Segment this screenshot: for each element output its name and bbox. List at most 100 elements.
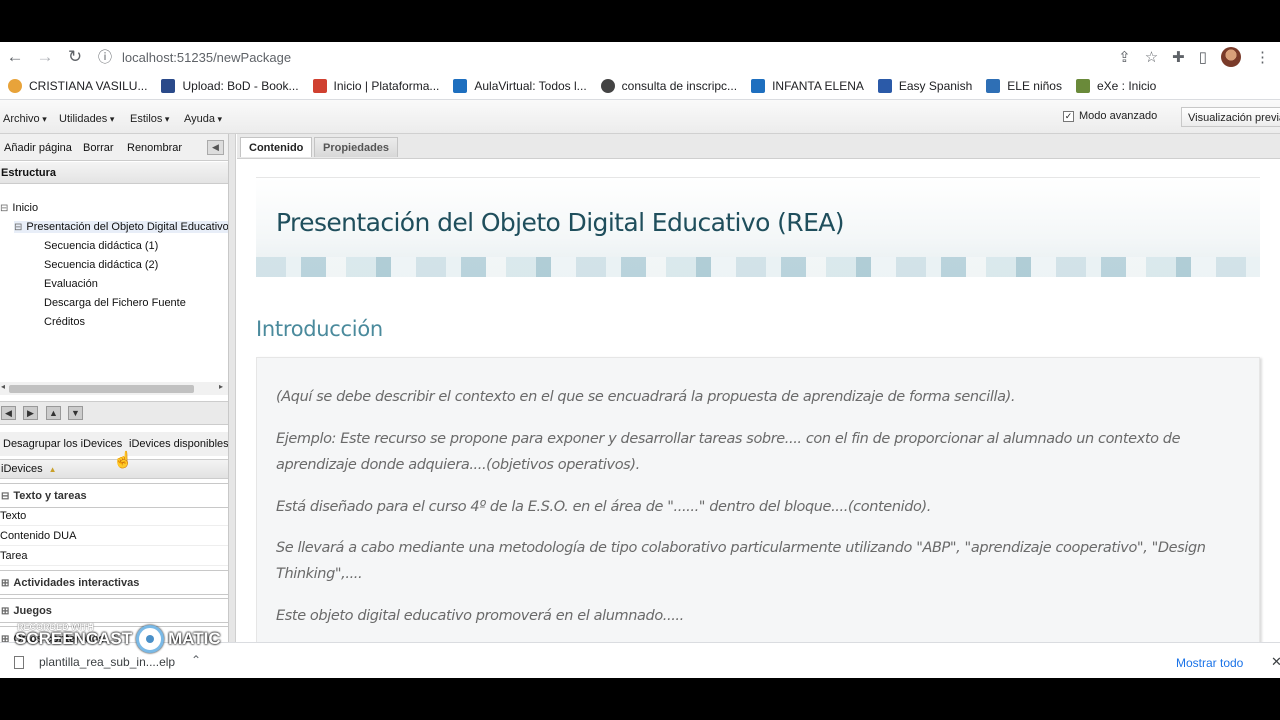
- preview-button[interactable]: Visualización previa: [1181, 107, 1280, 127]
- delete-page-button[interactable]: Borrar: [83, 142, 114, 154]
- bookmark-label: ELE niños: [1007, 78, 1062, 93]
- tree-node-label: Secuencia didáctica (2): [44, 259, 159, 271]
- extensions-icon[interactable]: ✚: [1172, 48, 1185, 66]
- bookmark-item[interactable]: Upload: BoD - Book...: [161, 78, 299, 93]
- bookmark-label: Easy Spanish: [898, 78, 973, 93]
- bookmark-item[interactable]: INFANTA ELENA: [751, 78, 864, 93]
- expand-icon[interactable]: ⊞: [1, 606, 9, 617]
- section-title: Introducción: [256, 317, 383, 341]
- tree-node-label: Descarga del Fichero Fuente: [44, 297, 186, 309]
- move-toolbar: ◀ ▶ ▲ ▼: [0, 401, 228, 425]
- sort-arrow-icon[interactable]: ▲: [49, 465, 57, 474]
- idevice-tarea[interactable]: Tarea: [0, 546, 228, 566]
- bookmark-item[interactable]: AulaVirtual: Todos l...: [453, 78, 587, 93]
- bookmark-item[interactable]: Easy Spanish: [877, 78, 973, 93]
- star-icon[interactable]: ☆: [1145, 48, 1158, 66]
- tree-node[interactable]: Evaluación: [44, 278, 98, 290]
- tab-propiedades[interactable]: Propiedades: [314, 137, 399, 157]
- scroll-right-icon[interactable]: ▸: [219, 382, 223, 391]
- menu-ayuda[interactable]: Ayuda: [184, 113, 222, 125]
- paragraph: Se llevará a cabo mediante una metodolog…: [276, 540, 1206, 582]
- tree-node[interactable]: ⊟ Inicio: [0, 202, 38, 214]
- expand-icon[interactable]: ⊞: [1, 578, 9, 589]
- download-filename: plantilla_rea_sub_in....elp: [39, 655, 176, 669]
- screencast-watermark: SCREENCAST MATIC: [15, 625, 221, 653]
- modo-avanzado-toggle[interactable]: ✓ Modo avanzado: [1063, 110, 1157, 122]
- download-item[interactable]: plantilla_rea_sub_in....elp: [14, 655, 175, 669]
- tree-node[interactable]: ⊟ Presentación del Objeto Digital Educati…: [14, 221, 228, 233]
- modo-avanzado-label: Modo avanzado: [1079, 110, 1158, 122]
- globe-icon: [600, 78, 615, 93]
- tree-node[interactable]: Secuencia didáctica (1): [44, 240, 158, 252]
- forward-arrow-icon[interactable]: →: [30, 42, 60, 72]
- menu-utilidades[interactable]: Utilidades: [59, 113, 114, 125]
- category-label: Juegos: [13, 605, 52, 617]
- graduation-cap-icon: [751, 78, 766, 93]
- bookmark-item[interactable]: CRISTIANA VASILU...: [8, 78, 147, 93]
- paragraph: Este objeto digital educativo promoverá …: [276, 608, 684, 624]
- bookmark-item[interactable]: eXe : Inicio: [1075, 78, 1157, 93]
- reload-icon[interactable]: ↻: [60, 42, 90, 72]
- left-panel: Añadir página Borrar Renombrar ◀ Estruct…: [0, 134, 229, 678]
- back-arrow-icon[interactable]: ←: [0, 42, 30, 72]
- move-right-icon[interactable]: ▶: [23, 406, 38, 420]
- estructura-header: Estructura: [0, 162, 228, 184]
- tab-contenido[interactable]: Contenido: [240, 137, 313, 157]
- tree-node[interactable]: Descarga del Fichero Fuente: [44, 297, 186, 309]
- menu-estilos[interactable]: Estilos: [130, 113, 169, 125]
- share-icon[interactable]: ⇪: [1118, 48, 1131, 66]
- scrollbar-thumb[interactable]: [9, 385, 194, 393]
- category-texto-y-tareas[interactable]: ⊟ Texto y tareas: [0, 483, 228, 508]
- idevice-texto[interactable]: Texto: [0, 506, 228, 526]
- close-icon[interactable]: ✕: [1271, 654, 1280, 670]
- watermark-right: MATIC: [168, 629, 221, 648]
- watermark-left: SCREENCAST: [15, 629, 133, 648]
- category-actividades-interactivas[interactable]: ⊞ Actividades interactivas: [0, 570, 228, 595]
- move-up-icon[interactable]: ▲: [46, 406, 61, 420]
- tree-node-label: Inicio: [12, 202, 39, 214]
- rename-page-button[interactable]: Renombrar: [127, 142, 182, 154]
- profile-avatar[interactable]: [1221, 47, 1241, 67]
- url-field[interactable]: ⓘ localhost:51235/newPackage: [98, 47, 1118, 67]
- hand-icon: [986, 78, 1001, 93]
- idevices-header-label: iDevices: [1, 463, 43, 475]
- collapse-panel-icon[interactable]: ◀: [207, 140, 224, 155]
- idevice-text-box[interactable]: (Aquí se debe describir el contexto en e…: [256, 357, 1260, 678]
- sidepanel-icon[interactable]: ▯: [1199, 48, 1207, 66]
- collapse-icon[interactable]: ⊟: [14, 222, 22, 233]
- bookmark-item[interactable]: consulta de inscripc...: [600, 78, 737, 93]
- ungroup-idevices-button[interactable]: Desagrupar los iDevices: [3, 438, 122, 450]
- collapse-icon[interactable]: ⊟: [0, 203, 8, 214]
- paragraph: Ejemplo: Este recurso se propone para ex…: [276, 431, 1181, 473]
- bookmark-label: AulaVirtual: Todos l...: [474, 78, 587, 93]
- chevron-up-icon[interactable]: ⌃: [191, 653, 201, 667]
- panel-splitter[interactable]: [229, 134, 236, 678]
- move-left-icon[interactable]: ◀: [1, 406, 16, 420]
- tree-node[interactable]: Secuencia didáctica (2): [44, 259, 158, 271]
- tree-horizontal-scrollbar[interactable]: ◂ ▸: [0, 382, 228, 395]
- paragraph: Está diseñado para el curso 4º de la E.S…: [276, 499, 931, 515]
- menu-archivo[interactable]: Archivo: [3, 113, 47, 125]
- more-menu-icon[interactable]: ⋮: [1255, 48, 1270, 66]
- bookmark-item[interactable]: ELE niños: [986, 78, 1062, 93]
- plataforma-icon: [312, 78, 327, 93]
- url-text: localhost:51235/newPackage: [122, 49, 292, 65]
- category-label: Texto y tareas: [13, 490, 87, 502]
- idevice-contenido-dua[interactable]: Contenido DUA: [0, 526, 228, 546]
- collapse-icon[interactable]: ⊟: [1, 491, 9, 502]
- add-page-button[interactable]: Añadir página: [4, 142, 72, 154]
- page-toolbar: Añadir página Borrar Renombrar ◀: [0, 134, 228, 161]
- exe-icon: [1075, 78, 1090, 93]
- move-down-icon[interactable]: ▼: [68, 406, 83, 420]
- tree-node[interactable]: Créditos: [44, 316, 85, 328]
- site-info-icon[interactable]: ⓘ: [98, 47, 112, 67]
- paragraph: (Aquí se debe describir el contexto en e…: [276, 389, 1016, 405]
- available-idevices-button[interactable]: iDevices disponibles: [129, 438, 228, 450]
- category-juegos[interactable]: ⊞ Juegos: [0, 598, 228, 623]
- hand-cursor-icon: ☝: [113, 452, 133, 469]
- bookmark-label: eXe : Inicio: [1096, 78, 1157, 93]
- scroll-left-icon[interactable]: ◂: [1, 382, 5, 391]
- show-all-downloads-link[interactable]: Mostrar todo: [1176, 656, 1243, 670]
- bookmark-item[interactable]: Inicio | Plataforma...: [312, 78, 439, 93]
- checkbox-icon[interactable]: ✓: [1063, 110, 1074, 122]
